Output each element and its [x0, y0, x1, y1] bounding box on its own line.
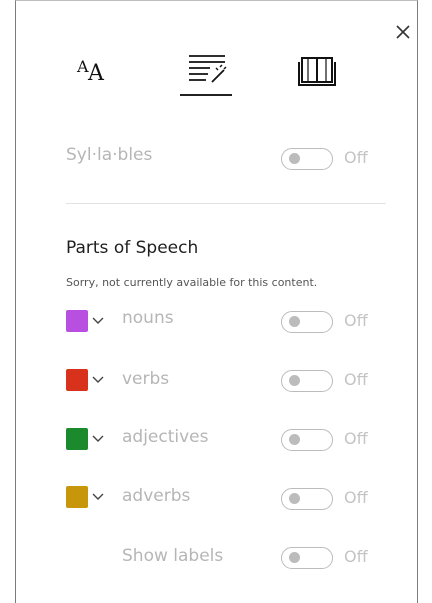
nouns-label: nouns: [122, 308, 174, 328]
divider: [66, 203, 386, 204]
chevron-down-icon: [92, 435, 104, 442]
chevron-down-icon: [92, 376, 104, 383]
grammar-options-icon: [189, 55, 227, 83]
nouns-color-swatch: [66, 310, 88, 332]
tab-grammar-options[interactable]: [180, 52, 232, 98]
adjectives-color-swatch: [66, 428, 88, 450]
text-size-icon: A A: [76, 57, 105, 86]
nouns-toggle[interactable]: [281, 311, 333, 333]
adjectives-state: Off: [344, 429, 368, 448]
adverbs-color-picker[interactable]: [66, 484, 112, 510]
nouns-color-picker[interactable]: [66, 308, 112, 334]
verbs-toggle[interactable]: [281, 370, 333, 392]
nouns-state: Off: [344, 311, 368, 330]
parts-of-speech-title: Parts of Speech: [66, 238, 199, 258]
verbs-label: verbs: [122, 369, 170, 389]
syllables-label: Syl·la·bles: [66, 145, 153, 165]
unavailable-note: Sorry, not currently available for this …: [66, 276, 318, 289]
toggle-knob: [289, 316, 300, 327]
verbs-color-swatch: [66, 369, 88, 391]
verbs-color-picker[interactable]: [66, 367, 112, 393]
adverbs-state: Off: [344, 488, 368, 507]
toggle-knob: [289, 153, 300, 164]
toggle-knob: [289, 375, 300, 386]
show-labels-state: Off: [344, 547, 368, 566]
adjectives-toggle[interactable]: [281, 429, 333, 451]
toggle-knob: [289, 493, 300, 504]
toggle-knob: [289, 434, 300, 445]
show-labels-toggle[interactable]: [281, 547, 333, 569]
adjectives-color-picker[interactable]: [66, 426, 112, 452]
show-labels-label: Show labels: [122, 546, 224, 566]
syllables-toggle[interactable]: [281, 148, 333, 170]
chevron-down-icon: [92, 493, 104, 500]
verbs-state: Off: [344, 370, 368, 389]
toggle-knob: [289, 552, 300, 563]
adverbs-color-swatch: [66, 486, 88, 508]
adverbs-label: adverbs: [122, 486, 191, 506]
adverbs-toggle[interactable]: [281, 488, 333, 510]
close-icon[interactable]: [394, 23, 412, 41]
chevron-down-icon: [92, 317, 104, 324]
tab-reading-preferences[interactable]: [296, 52, 340, 98]
svg-text:A: A: [87, 61, 105, 86]
selected-tab-indicator: [180, 94, 232, 96]
book-icon: [298, 57, 336, 86]
syllables-state: Off: [344, 148, 368, 167]
tab-text-preferences[interactable]: A A: [73, 52, 117, 98]
adjectives-label: adjectives: [122, 427, 209, 447]
